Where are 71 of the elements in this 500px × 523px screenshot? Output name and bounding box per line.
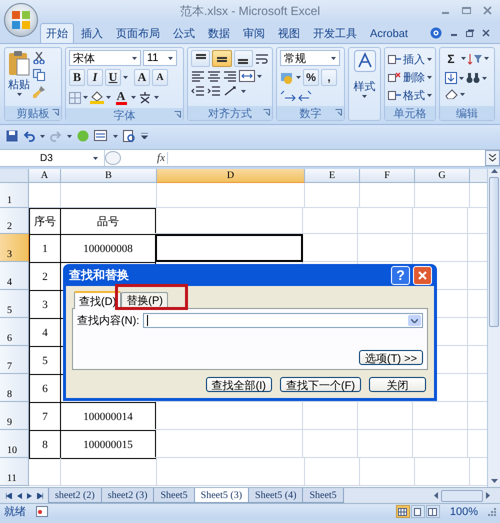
dialog-button[interactable]: 查找全部(I) xyxy=(206,377,272,392)
insert-function-button[interactable]: fx xyxy=(125,152,168,164)
dialog-button[interactable]: 查找下一个(F) xyxy=(280,377,361,392)
dialog-tab[interactable]: 替换(P) xyxy=(121,292,168,308)
group-label: 数字 xyxy=(300,106,322,120)
font-color-button[interactable]: A xyxy=(113,89,129,106)
dialog-title: 查找和替换 xyxy=(69,266,130,284)
sheet-tab[interactable]: sheet2 (3) xyxy=(100,488,154,503)
grow-font-button[interactable]: A xyxy=(134,69,150,86)
comma-button[interactable]: , xyxy=(321,69,337,86)
underline-button[interactable]: U xyxy=(105,69,121,86)
number-format-field[interactable]: 常规 xyxy=(280,50,340,66)
help-button[interactable]: ? xyxy=(391,266,410,284)
ribbon-tab[interactable]: 审阅 xyxy=(237,23,271,43)
row-header[interactable]: 5 xyxy=(0,290,29,318)
window-title: 范本.xlsx - Microsoft Excel xyxy=(180,2,320,20)
row-header[interactable]: 8 xyxy=(0,374,29,402)
row-header[interactable]: 6 xyxy=(0,318,29,346)
table-cell: 100000015 xyxy=(60,430,156,459)
row-header[interactable]: 7 xyxy=(0,346,29,374)
column-header[interactable]: E xyxy=(305,169,360,183)
font-size-field[interactable]: 11 xyxy=(143,50,177,66)
ribbon-tab[interactable]: 公式 xyxy=(167,23,201,43)
row-header[interactable]: 2 xyxy=(0,208,29,234)
sheet-tab[interactable]: Sheet5 (4) xyxy=(248,488,304,503)
column-header[interactable]: B xyxy=(61,169,157,183)
ribbon-tab[interactable]: 插入 xyxy=(75,23,109,43)
sheet-tab[interactable]: sheet2 (2) xyxy=(48,488,102,503)
row-header[interactable]: 10 xyxy=(0,430,29,458)
row-header[interactable]: 9 xyxy=(0,402,29,430)
font-name-field[interactable]: 宋体 xyxy=(69,50,141,66)
ribbon-tab[interactable]: Acrobat xyxy=(364,23,414,43)
bold-button[interactable]: B xyxy=(69,69,85,86)
italic-button[interactable]: I xyxy=(87,69,103,86)
group-label: 剪贴板 xyxy=(16,106,50,120)
table-cell: 序号 xyxy=(29,208,61,235)
status-text: 就绪 xyxy=(4,505,26,519)
row-header[interactable]: 1 xyxy=(0,183,29,208)
row-header[interactable]: 11 xyxy=(0,458,29,486)
ribbon-tab[interactable]: 开发工具 xyxy=(307,23,363,43)
cells-button[interactable]: 删除 xyxy=(388,68,432,86)
cells-button[interactable]: 插入 xyxy=(388,50,432,68)
column-header[interactable]: A xyxy=(29,169,61,183)
ribbon-tab[interactable]: 页面布局 xyxy=(110,23,166,43)
column-header[interactable]: D xyxy=(157,169,305,183)
autosum-button[interactable]: Σ xyxy=(443,50,459,67)
styles-button[interactable]: 样式 xyxy=(354,50,376,104)
ribbon-tab[interactable]: 视图 xyxy=(272,23,306,43)
ribbon-tab[interactable]: 开始 xyxy=(40,23,74,43)
zoom-level[interactable]: 100% xyxy=(450,506,478,518)
dialog-button[interactable]: 关闭 xyxy=(369,377,426,392)
cells-button[interactable]: 格式 xyxy=(388,86,432,104)
paste-button[interactable]: 粘贴 xyxy=(8,50,30,104)
sheet-tab[interactable]: Sheet5 xyxy=(302,488,344,503)
options-button[interactable]: 选项(T) >> xyxy=(359,350,423,365)
group-label: 对齐方式 xyxy=(208,106,252,120)
percent-button[interactable]: % xyxy=(303,69,319,86)
sheet-tab[interactable]: Sheet5 (3) xyxy=(194,488,250,503)
find-label: 查找内容(N): xyxy=(77,314,140,328)
group-label: 单元格 xyxy=(394,106,426,120)
row-header[interactable]: 4 xyxy=(0,262,29,290)
ribbon-tab[interactable]: 数据 xyxy=(202,23,236,43)
group-label: 字体 xyxy=(114,108,136,122)
group-label: 编辑 xyxy=(456,106,478,120)
row-header[interactable]: 3 xyxy=(0,234,29,262)
column-header[interactable]: F xyxy=(360,169,415,183)
column-header[interactable]: G xyxy=(415,169,470,183)
table-cell: 品号 xyxy=(60,208,156,235)
table-cell: 8 xyxy=(29,430,61,459)
shrink-font-button[interactable]: A xyxy=(152,69,168,86)
sheet-tab[interactable]: Sheet5 xyxy=(153,488,195,503)
